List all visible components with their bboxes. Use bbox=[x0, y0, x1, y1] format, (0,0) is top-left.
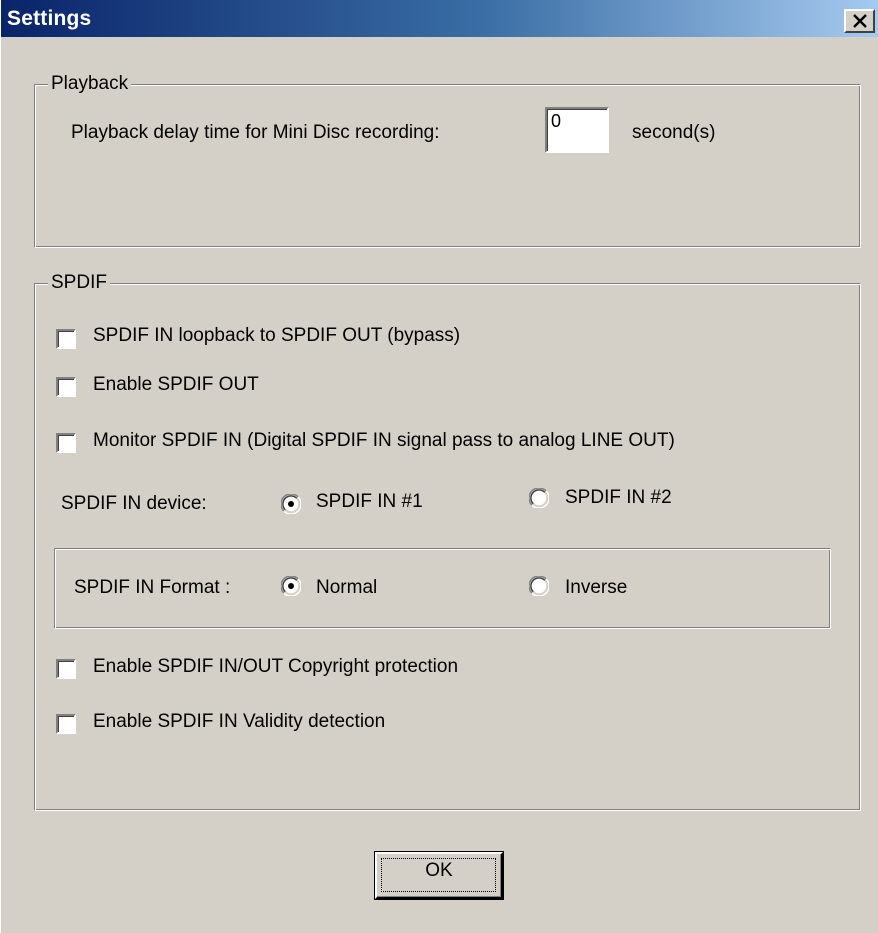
spdif-group-label: SPDIF bbox=[48, 272, 110, 294]
playback-delay-unit: second(s) bbox=[632, 122, 716, 143]
format-radio-inverse[interactable] bbox=[529, 576, 549, 596]
format-option-normal-label[interactable]: Normal bbox=[316, 577, 377, 599]
validity-detection-label[interactable]: Enable SPDIF IN Validity detection bbox=[93, 711, 385, 733]
title-bar[interactable]: Settings bbox=[1, 0, 878, 37]
device-option-1-label[interactable]: SPDIF IN #1 bbox=[316, 491, 423, 513]
validity-detection-checkbox[interactable] bbox=[56, 714, 76, 734]
close-icon bbox=[853, 14, 867, 28]
ok-button[interactable]: OK bbox=[374, 851, 504, 900]
settings-dialog: Settings Playback Playback delay time fo… bbox=[0, 0, 878, 933]
monitor-spdif-in-label[interactable]: Monitor SPDIF IN (Digital SPDIF IN signa… bbox=[93, 430, 675, 452]
format-radio-normal[interactable] bbox=[281, 576, 301, 596]
spdif-device-label: SPDIF IN device: bbox=[61, 493, 207, 514]
loopback-checkbox[interactable] bbox=[56, 329, 76, 349]
ok-button-label: OK bbox=[425, 860, 453, 881]
playback-group bbox=[34, 84, 861, 248]
radio-selected-icon bbox=[281, 494, 301, 514]
format-option-inverse-label[interactable]: Inverse bbox=[565, 577, 627, 599]
playback-delay-label: Playback delay time for Mini Disc record… bbox=[71, 122, 440, 143]
copyright-protection-checkbox[interactable] bbox=[56, 659, 76, 679]
playback-group-label: Playback bbox=[48, 73, 132, 95]
close-button[interactable] bbox=[844, 9, 875, 33]
spdif-format-label: SPDIF IN Format : bbox=[74, 577, 231, 598]
radio-unselected-icon bbox=[529, 488, 549, 508]
device-option-2-label[interactable]: SPDIF IN #2 bbox=[565, 487, 672, 509]
device-radio-2[interactable] bbox=[529, 488, 549, 508]
loopback-label[interactable]: SPDIF IN loopback to SPDIF OUT (bypass) bbox=[93, 325, 460, 347]
radio-unselected-icon bbox=[529, 576, 549, 596]
enable-spdif-out-label[interactable]: Enable SPDIF OUT bbox=[93, 374, 259, 396]
window-title: Settings bbox=[7, 7, 92, 30]
copyright-protection-label[interactable]: Enable SPDIF IN/OUT Copyright protection bbox=[93, 656, 458, 678]
playback-delay-input[interactable]: 0 bbox=[545, 107, 609, 153]
monitor-spdif-in-checkbox[interactable] bbox=[56, 433, 76, 453]
radio-selected-icon bbox=[281, 576, 301, 596]
enable-spdif-out-checkbox[interactable] bbox=[56, 377, 76, 397]
device-radio-1[interactable] bbox=[281, 494, 301, 514]
